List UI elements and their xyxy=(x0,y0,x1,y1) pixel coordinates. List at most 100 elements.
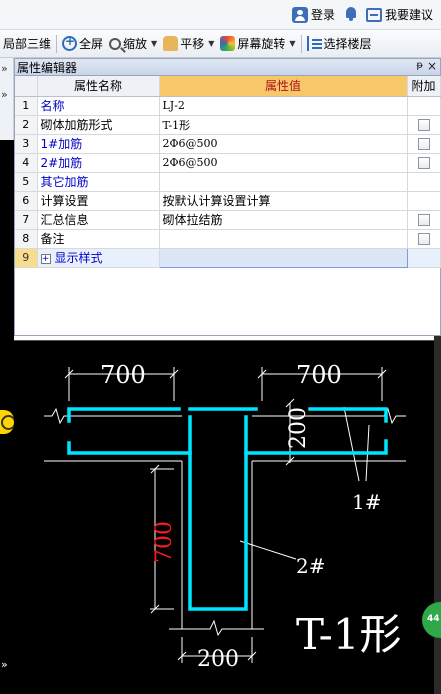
zoom-label: 缩放 xyxy=(123,37,148,51)
table-row-selected[interactable]: 9 + 显示样式 xyxy=(15,247,441,268)
pan-button[interactable]: 平移 ▼ xyxy=(160,33,217,55)
property-name[interactable]: 砌体加筋形式 xyxy=(37,115,160,135)
property-name[interactable]: 备注 xyxy=(37,229,160,249)
wall-outline xyxy=(44,407,182,425)
property-name[interactable]: 2#加筋 xyxy=(37,153,160,173)
header-value-cell[interactable]: 属性值 xyxy=(159,76,408,97)
property-name[interactable]: 1#加筋 xyxy=(37,134,160,154)
rebar-diagram-canvas: 700 700 200 700 200 1# 2# T-1形 xyxy=(14,340,441,694)
property-name[interactable]: 汇总信息 xyxy=(37,210,160,230)
extra-cell xyxy=(407,191,441,211)
row-number: 3 xyxy=(15,134,38,154)
shape-title: T-1形 xyxy=(296,610,402,659)
extra-checkbox[interactable] xyxy=(417,119,430,131)
panel-title-bar: 属性编辑器 ᵽ × xyxy=(15,59,440,76)
property-name-text: 显示样式 xyxy=(54,251,103,265)
table-row[interactable]: 6 计算设置 按默认计算设置计算 xyxy=(15,191,441,211)
suggest-button[interactable]: 我要建议 xyxy=(366,6,433,23)
top-bar: 登录 我要建议 xyxy=(0,0,441,30)
extra-cell xyxy=(407,248,441,268)
extra-cell xyxy=(407,153,441,173)
floors-icon xyxy=(306,36,322,51)
local-3d-button[interactable]: 局部三维 xyxy=(0,33,54,55)
vertical-scrollbar[interactable] xyxy=(434,336,441,694)
property-value[interactable] xyxy=(159,229,408,249)
dim-text-200-right: 200 xyxy=(286,407,311,449)
table-row[interactable]: 8 备注 xyxy=(15,229,441,249)
expand-chevron-icon[interactable]: » xyxy=(1,658,8,671)
dim-text-700-vertical: 700 xyxy=(152,521,177,563)
extra-cell xyxy=(407,115,441,135)
login-label: 登录 xyxy=(311,8,336,22)
toolbar-divider xyxy=(300,34,302,53)
select-floor-button[interactable]: 选择楼层 xyxy=(304,33,375,55)
table-row[interactable]: 4 2#加筋 2Φ6@500 xyxy=(15,153,441,173)
login-button[interactable]: 登录 xyxy=(292,6,335,23)
property-name[interactable]: 其它加筋 xyxy=(37,172,160,192)
property-value[interactable]: T-1形 xyxy=(159,115,408,135)
chevron-down-icon[interactable]: ▼ xyxy=(208,39,214,48)
header-extra-cell[interactable]: 附加 xyxy=(407,76,441,97)
header-num-cell xyxy=(15,76,38,97)
extra-cell xyxy=(407,172,441,192)
expand-chevron-icon[interactable]: » xyxy=(1,88,8,101)
rotate-icon xyxy=(220,36,236,51)
extra-checkbox[interactable] xyxy=(417,233,430,245)
wall-outline xyxy=(169,619,264,637)
fullscreen-icon xyxy=(62,34,78,51)
zoom-icon xyxy=(109,37,122,50)
extra-checkbox[interactable] xyxy=(417,138,430,150)
property-value[interactable]: 砌体拉结筋 xyxy=(159,210,408,230)
select-floor-label: 选择楼层 xyxy=(323,37,372,51)
row-number: 9 xyxy=(15,248,38,268)
property-value[interactable] xyxy=(159,172,408,192)
extra-checkbox[interactable] xyxy=(417,157,430,169)
expand-chevron-icon[interactable]: » xyxy=(1,62,8,75)
property-name[interactable]: 计算设置 xyxy=(37,191,160,211)
extra-cell xyxy=(407,229,441,249)
rotate-screen-button[interactable]: 屏幕旋转 ▼ xyxy=(217,33,298,55)
row-number: 5 xyxy=(15,172,38,192)
fullscreen-button[interactable]: 全屏 xyxy=(59,33,106,55)
rebar-label-2: 2# xyxy=(296,554,325,578)
property-editor-panel: 属性编辑器 ᵽ × 属性名称 属性值 附加 1 名称 LJ-2 2 砌体加筋形式… xyxy=(14,58,441,336)
table-row[interactable]: 2 砌体加筋形式 T-1形 xyxy=(15,115,441,135)
rebar-lines xyxy=(67,407,388,611)
wall-outline xyxy=(252,407,406,425)
pin-icon[interactable]: ᵽ xyxy=(416,60,423,71)
zoom-button[interactable]: 缩放 ▼ xyxy=(106,33,160,55)
rebar-1-bottom-right xyxy=(244,439,388,455)
chevron-down-icon[interactable]: ▼ xyxy=(289,39,295,48)
property-name[interactable]: + 显示样式 xyxy=(37,248,160,268)
property-name[interactable]: 名称 xyxy=(37,96,160,116)
expand-icon[interactable]: + xyxy=(40,253,51,264)
table-row[interactable]: 1 名称 LJ-2 xyxy=(15,96,441,116)
rebar-1-top-left xyxy=(67,407,181,423)
property-grid: 属性名称 属性值 附加 1 名称 LJ-2 2 砌体加筋形式 T-1形 3 1#… xyxy=(15,76,441,268)
property-value[interactable]: LJ-2 xyxy=(159,96,408,116)
grid-header-row: 属性名称 属性值 附加 xyxy=(15,76,441,97)
dim-text-200-bottom: 200 xyxy=(197,647,239,672)
property-value[interactable]: 2Φ6@500 xyxy=(159,153,408,173)
extra-cell xyxy=(407,96,441,116)
leader-line-2 xyxy=(239,540,297,560)
local-3d-label: 局部三维 xyxy=(3,37,52,51)
rotate-label: 屏幕旋转 xyxy=(237,37,286,51)
rebar-diagram: 700 700 200 700 200 1# 2# T-1形 xyxy=(44,361,406,672)
property-value[interactable]: 2Φ6@500 xyxy=(159,134,408,154)
fullscreen-label: 全屏 xyxy=(79,37,104,51)
rebar-1-top-right xyxy=(308,407,388,423)
dim-text-700-left: 700 xyxy=(100,361,146,389)
table-row[interactable]: 3 1#加筋 2Φ6@500 xyxy=(15,134,441,154)
suggest-label: 我要建议 xyxy=(385,8,434,22)
chevron-down-icon[interactable]: ▼ xyxy=(151,39,157,48)
property-value[interactable]: 按默认计算设置计算 xyxy=(159,191,408,211)
row-number: 6 xyxy=(15,191,38,211)
row-number: 8 xyxy=(15,229,38,249)
extra-checkbox[interactable] xyxy=(417,214,430,226)
close-icon[interactable]: × xyxy=(427,59,437,73)
table-row[interactable]: 7 汇总信息 砌体拉结筋 xyxy=(15,210,441,230)
property-value[interactable] xyxy=(158,247,408,268)
table-row[interactable]: 5 其它加筋 xyxy=(15,172,441,192)
header-name-cell[interactable]: 属性名称 xyxy=(37,76,160,97)
